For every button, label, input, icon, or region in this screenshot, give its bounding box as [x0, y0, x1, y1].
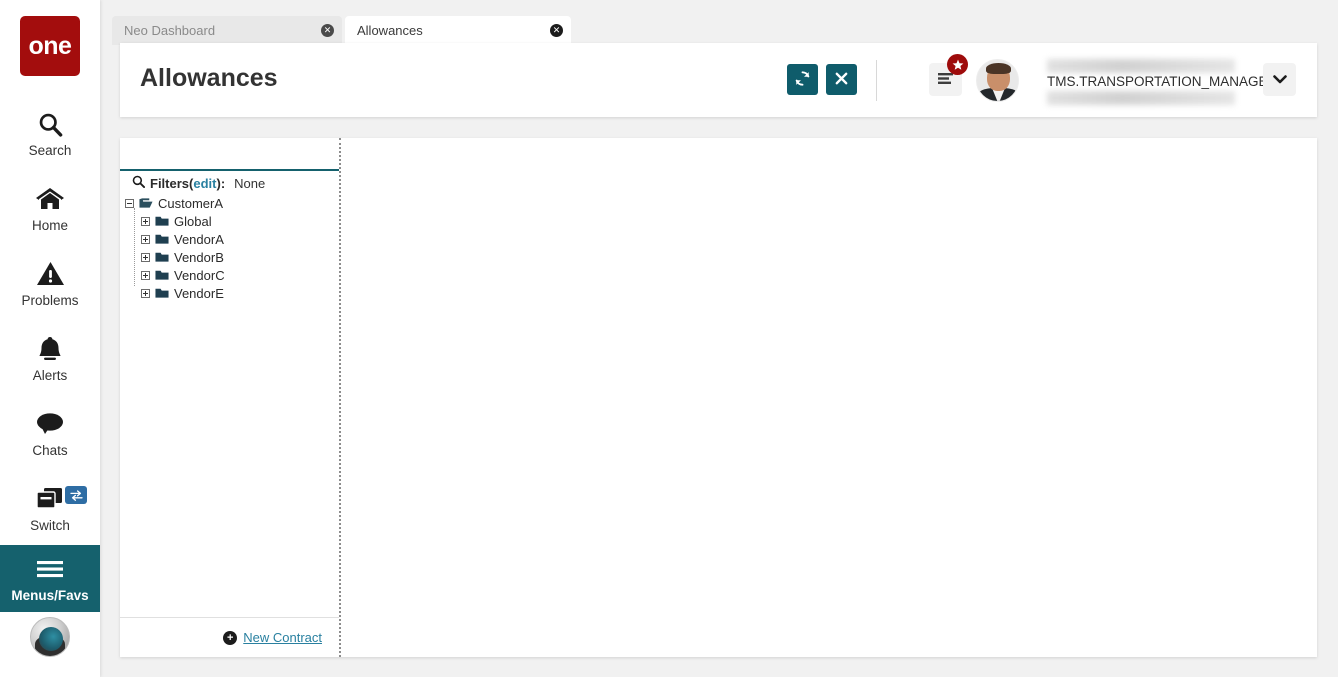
page-header-card: Allowances TMS.TRANSPORTATION_MANAGER: [120, 43, 1317, 117]
tree-pane-footer: + New Contract: [120, 617, 339, 657]
tree-node-label: Global: [174, 213, 212, 229]
filters-edit-link[interactable]: edit: [193, 176, 216, 191]
rail-item-menus-favs[interactable]: Menus/Favs: [0, 545, 100, 612]
redacted-user-name: [1047, 59, 1235, 73]
folder-closed-icon: [155, 251, 169, 263]
tree-node-label: VendorE: [174, 285, 224, 301]
user-menu-dropdown-button[interactable]: [1263, 63, 1296, 96]
tree-node-root[interactable]: CustomerA: [125, 194, 339, 212]
rail-item-chats[interactable]: Chats: [0, 396, 100, 471]
tree-node-label: VendorA: [174, 231, 224, 247]
contract-tree-pane: Filters ( edit ): None CustomerA Global: [120, 138, 339, 657]
user-avatar-icon[interactable]: [30, 617, 70, 657]
x-icon: [834, 71, 849, 89]
new-contract-label: New Contract: [243, 630, 322, 645]
contract-tree: CustomerA Global VendorA VendorB VendorC…: [125, 194, 339, 302]
tab-label: Neo Dashboard: [124, 23, 216, 38]
user-role-label: TMS.TRANSPORTATION_MANAGER: [1047, 74, 1278, 89]
one-logo[interactable]: one: [20, 16, 80, 76]
new-contract-button[interactable]: + New Contract: [223, 630, 322, 645]
rail-item-label: Menus/Favs: [11, 588, 89, 603]
folder-open-icon: [139, 197, 153, 209]
search-icon: [132, 175, 145, 191]
plus-box-icon[interactable]: [141, 216, 150, 226]
chevron-down-icon: [1272, 72, 1287, 87]
tab-bar: Neo Dashboard ✕ Allowances ✕: [100, 0, 1338, 47]
folder-closed-icon: [155, 287, 169, 299]
one-logo-text: one: [28, 31, 72, 60]
chat-bubble-icon: [35, 409, 65, 439]
tab-label: Allowances: [357, 23, 423, 38]
filters-label: Filters: [150, 175, 190, 191]
close-circle-icon[interactable]: ✕: [321, 24, 334, 37]
tree-node-vendorb[interactable]: VendorB: [125, 248, 339, 266]
page-title: Allowances: [140, 64, 278, 92]
folder-closed-icon: [155, 215, 169, 227]
home-icon: [35, 184, 65, 214]
rail-item-label: Search: [28, 143, 72, 158]
plus-box-icon[interactable]: [141, 288, 150, 298]
rail-item-switch[interactable]: Switch: [0, 471, 100, 546]
hamburger-icon: [35, 554, 65, 584]
search-icon: [37, 109, 64, 139]
close-circle-icon[interactable]: ✕: [550, 24, 563, 37]
swap-arrows-icon[interactable]: [65, 486, 87, 504]
rail-item-label: Alerts: [32, 368, 68, 383]
tree-node-vendore[interactable]: VendorE: [125, 284, 339, 302]
close-page-button[interactable]: [826, 64, 857, 95]
tree-node-label: CustomerA: [158, 195, 224, 211]
minus-box-icon[interactable]: [125, 198, 134, 208]
plus-box-icon[interactable]: [141, 234, 150, 244]
left-nav-rail: one Search Home Problems Alerts Chats Sw…: [0, 0, 100, 677]
folder-closed-icon: [155, 269, 169, 281]
content-card: Filters ( edit ): None CustomerA Global: [120, 138, 1317, 657]
folder-closed-icon: [155, 233, 169, 245]
refresh-button[interactable]: [787, 64, 818, 95]
tree-node-vendorc[interactable]: VendorC: [125, 266, 339, 284]
warning-triangle-icon: [36, 259, 65, 289]
rail-item-label: Problems: [21, 293, 79, 308]
redacted-user-company: [1047, 91, 1235, 105]
filters-row: Filters ( edit ): None: [132, 175, 265, 191]
tree-pane-toolbar: [120, 138, 339, 171]
header-divider: [876, 60, 877, 101]
user-info: TMS.TRANSPORTATION_MANAGER: [1047, 59, 1277, 105]
rail-item-label: Switch: [30, 518, 70, 533]
bell-icon: [37, 334, 63, 364]
tree-node-vendora[interactable]: VendorA: [125, 230, 339, 248]
tree-node-global[interactable]: Global: [125, 212, 339, 230]
refresh-icon: [794, 70, 811, 90]
plus-circle-icon: +: [223, 630, 238, 645]
rail-item-problems[interactable]: Problems: [0, 246, 100, 321]
user-photo-avatar[interactable]: [976, 59, 1019, 102]
tab-neo-dashboard[interactable]: Neo Dashboard ✕: [112, 16, 342, 45]
plus-box-icon[interactable]: [141, 270, 150, 280]
rail-item-label: Chats: [32, 443, 68, 458]
tree-node-label: VendorC: [174, 267, 225, 283]
rail-item-home[interactable]: Home: [0, 171, 100, 246]
filters-value: None: [234, 175, 266, 191]
allowances-detail-pane: [341, 138, 1317, 657]
windows-stack-icon: [35, 484, 87, 514]
rail-item-search[interactable]: Search: [0, 96, 100, 171]
avatar-hair: [986, 63, 1011, 74]
avatar-head: [39, 627, 63, 651]
rail-item-label: Home: [31, 218, 68, 233]
tree-guide-line: [134, 208, 135, 286]
list-lines-icon: [937, 72, 954, 88]
tree-node-label: VendorB: [174, 249, 224, 265]
star-icon[interactable]: [947, 54, 968, 75]
filters-close-paren: ):: [216, 175, 226, 191]
rail-item-alerts[interactable]: Alerts: [0, 321, 100, 396]
plus-box-icon[interactable]: [141, 252, 150, 262]
